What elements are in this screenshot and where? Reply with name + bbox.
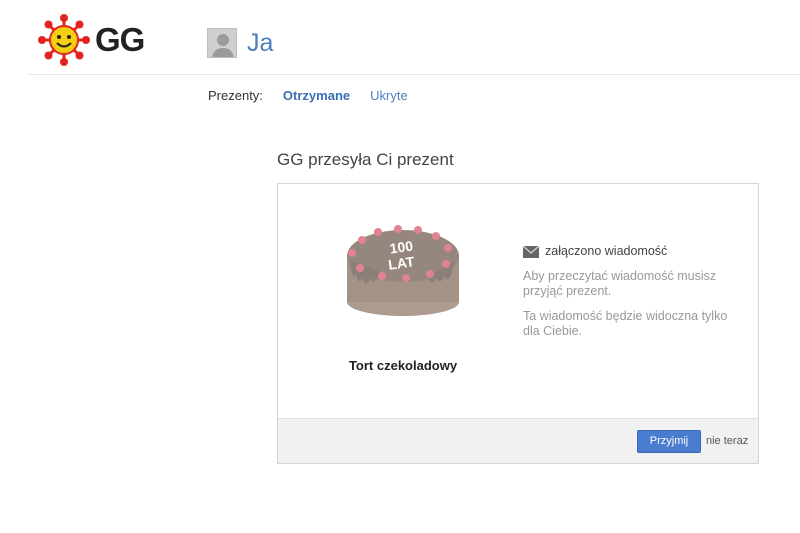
message-attached-heading: załączono wiadomość (523, 244, 733, 259)
gift-tabs: Prezenty: Otrzymane Ukryte (208, 86, 408, 104)
message-note-private: Ta wiadomość będzie widoczna tylko dla C… (523, 309, 728, 338)
user-name[interactable]: Ja (247, 28, 273, 58)
gift-message-info: załączono wiadomość Aby przeczytać wiado… (523, 244, 733, 349)
chocolate-cake-image: 100 LAT (347, 225, 459, 316)
user-profile[interactable]: Ja (207, 27, 273, 59)
not-now-link[interactable]: nie teraz (706, 430, 748, 453)
gift-body: 100 LAT Tort czekoladowy załączono wiado… (278, 184, 758, 418)
gg-sun-logo-icon (38, 14, 90, 66)
envelope-icon (523, 245, 539, 258)
accept-button[interactable]: Przyjmij (637, 430, 701, 453)
tab-received[interactable]: Otrzymane (283, 88, 350, 103)
message-note-accept: Aby przeczytać wiadomość musisz przyjąć … (523, 269, 717, 298)
gift-card: 100 LAT Tort czekoladowy załączono wiado… (277, 183, 759, 464)
gg-logo[interactable]: GG (38, 14, 148, 66)
page: GG Ja Prezenty: Otrzymane Ukryte GG prze… (0, 0, 800, 533)
message-attached-label: załączono wiadomość (545, 244, 668, 258)
gift-title: GG przesyła Ci prezent (277, 150, 454, 169)
user-avatar-icon (207, 28, 237, 58)
header-divider (28, 74, 800, 75)
gift-actions: Przyjmij nie teraz (278, 418, 758, 463)
gift-name: Tort czekoladowy (348, 358, 458, 373)
tab-hidden[interactable]: Ukryte (370, 88, 408, 103)
tabs-label: Prezenty: (208, 87, 263, 103)
header: GG Ja (0, 0, 800, 75)
brand-name: GG (95, 21, 145, 58)
